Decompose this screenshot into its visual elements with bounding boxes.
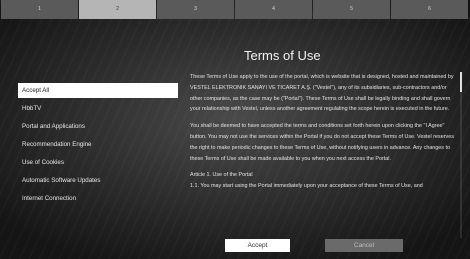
page-title: Terms of Use [244, 48, 321, 63]
step-1: 1 [1, 0, 78, 19]
menu-item-internet-connection[interactable]: Internet Connection [18, 191, 178, 206]
step-3: 3 [157, 0, 234, 19]
menu-item-accept-all[interactable]: Accept All [18, 83, 178, 98]
scrollbar-thumb[interactable] [460, 72, 462, 92]
menu-item-hbbtv[interactable]: HbbTV [18, 101, 178, 116]
menu-item-use-of-cookies[interactable]: Use of Cookies [18, 155, 178, 170]
article-heading: Article 1. Use of the Portal [190, 172, 253, 179]
terms-paragraph: 1.1. You may start using the Portal imme… [190, 183, 423, 190]
accept-button[interactable]: Accept [225, 239, 290, 252]
terms-paragraph: You shall be deemed to have accepted the… [190, 123, 454, 162]
step-6: 6 [391, 0, 468, 19]
cancel-button[interactable]: Cancel [325, 239, 403, 252]
terms-menu: Accept All HbbTV Portal and Applications… [18, 83, 178, 209]
step-4: 4 [235, 0, 312, 19]
menu-item-recommendation-engine[interactable]: Recommendation Engine [18, 137, 178, 152]
menu-item-automatic-software-updates[interactable]: Automatic Software Updates [18, 173, 178, 188]
scrollbar[interactable] [460, 72, 462, 238]
step-5: 5 [313, 0, 390, 19]
menu-item-portal-and-applications[interactable]: Portal and Applications [18, 119, 178, 134]
terms-paragraph: These Terms of Use apply to the use of t… [190, 74, 454, 113]
step-2: 2 [79, 0, 156, 19]
step-indicator: 1 2 3 4 5 6 [1, 0, 468, 19]
terms-text: These Terms of Use apply to the use of t… [190, 72, 455, 238]
